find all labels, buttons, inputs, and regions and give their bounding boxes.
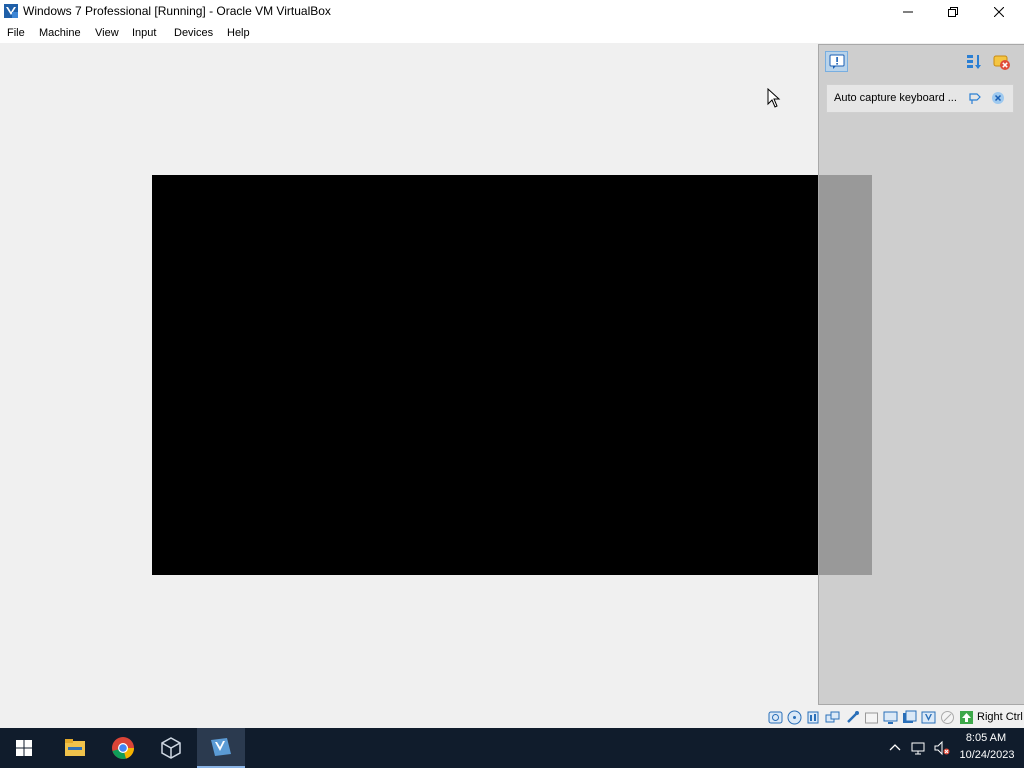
mouse-integration-icon[interactable] (940, 710, 955, 725)
restore-icon (948, 6, 958, 17)
virtualbox-vm-icon (211, 738, 231, 756)
close-button[interactable] (976, 0, 1022, 23)
vm-activity-icon[interactable] (921, 710, 936, 725)
notification-item[interactable]: Auto capture keyboard ... (826, 84, 1014, 113)
clock-date[interactable]: 10/24/2023 (957, 749, 1017, 761)
show-hidden-icons-icon[interactable] (887, 740, 903, 756)
optical-drive-icon[interactable] (787, 710, 802, 725)
start-button[interactable] (0, 728, 48, 768)
taskbar-file-explorer[interactable] (51, 728, 99, 768)
network-icon[interactable] (911, 740, 927, 756)
recording-icon[interactable] (902, 710, 917, 725)
file-explorer-icon (65, 739, 85, 756)
virtualbox-manager-icon (161, 737, 181, 759)
taskbar-chrome[interactable] (99, 728, 147, 768)
keyboard-capture-icon[interactable] (959, 710, 974, 725)
minimize-icon (903, 11, 913, 12)
menu-view[interactable]: View (95, 27, 119, 39)
menu-devices[interactable]: Devices (174, 27, 213, 39)
menu-bar: File Machine View Input Devices Help (0, 23, 1024, 43)
window-title: Windows 7 Professional [Running] - Oracl… (23, 4, 331, 18)
clock-time[interactable]: 8:05 AM (960, 732, 1012, 744)
notification-center-icon (829, 54, 844, 69)
status-bar: Right Ctrl (0, 705, 1024, 728)
minimize-button[interactable] (885, 0, 931, 23)
usb-icon[interactable] (845, 710, 860, 725)
chrome-icon (112, 737, 135, 759)
taskbar: 8:05 AM 10/24/2023 (0, 728, 1024, 768)
notification-center-button[interactable] (825, 51, 848, 72)
network-icon[interactable] (825, 710, 840, 725)
virtualbox-vm-icon (4, 4, 18, 18)
host-key-label: Right Ctrl (977, 711, 1023, 723)
shared-folders-icon[interactable] (864, 710, 879, 725)
dismiss-all-button[interactable] (993, 53, 1011, 71)
notification-center: Auto capture keyboard ... (818, 44, 1024, 705)
menu-help[interactable]: Help (227, 27, 250, 39)
notification-text: Auto capture keyboard ... (834, 92, 957, 104)
mouse-cursor-icon (767, 88, 781, 108)
dismiss-all-icon (993, 55, 1010, 70)
maximize-button[interactable] (930, 0, 976, 23)
menu-machine[interactable]: Machine (39, 27, 81, 39)
display-icon[interactable] (883, 710, 898, 725)
audio-icon[interactable] (806, 710, 821, 725)
close-icon (994, 6, 1004, 17)
pin-icon[interactable] (968, 91, 982, 105)
menu-input[interactable]: Input (132, 27, 156, 39)
sort-icon (967, 55, 981, 69)
hard-disk-icon[interactable] (768, 710, 783, 725)
sort-button[interactable] (965, 53, 983, 71)
taskbar-virtualbox-manager[interactable] (147, 728, 195, 768)
volume-muted-icon[interactable] (934, 740, 950, 756)
guest-screen[interactable] (152, 175, 872, 575)
taskbar-virtualbox-vm[interactable] (197, 728, 245, 768)
close-icon[interactable] (991, 91, 1005, 105)
start-icon (16, 740, 32, 756)
title-bar: Windows 7 Professional [Running] - Oracl… (0, 0, 1024, 23)
menu-file[interactable]: File (7, 27, 25, 39)
